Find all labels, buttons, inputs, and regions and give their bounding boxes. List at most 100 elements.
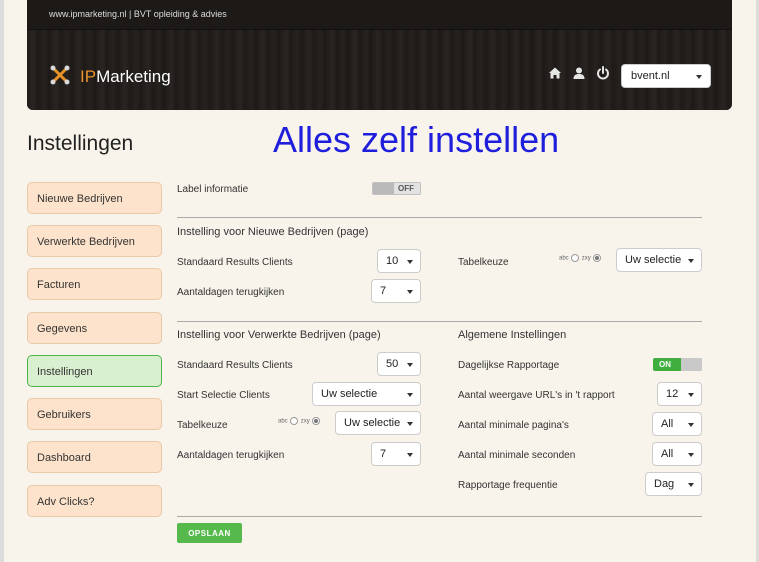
processed-table-value: Uw selectie — [344, 417, 401, 429]
chevron-down-icon — [688, 393, 694, 397]
new-days-label: Aantaldagen terugkijken — [177, 287, 285, 298]
sidebar-item-facturen[interactable]: Facturen — [27, 268, 162, 300]
user-icon[interactable] — [572, 66, 586, 80]
chevron-down-icon — [688, 483, 694, 487]
new-results-value: 10 — [386, 255, 399, 267]
radio-abc-label: abc — [559, 255, 569, 262]
sidebar-item-label: Gegevens — [37, 323, 88, 335]
logo-text: IPMarketing — [80, 67, 171, 87]
radio-abc-label: abc — [278, 418, 288, 425]
min-seconds-label: Aantal minimale seconden — [458, 450, 576, 461]
chevron-down-icon — [688, 259, 694, 263]
processed-results-select[interactable]: 50 — [377, 352, 421, 376]
logo-icon — [50, 65, 70, 85]
home-icon[interactable] — [548, 66, 562, 80]
sidebar-item-dashboard[interactable]: Dashboard — [27, 441, 162, 473]
min-pages-value: All — [661, 418, 674, 430]
urls-count-value: 12 — [666, 388, 679, 400]
processed-days-label: Aantaldagen terugkijken — [177, 450, 285, 461]
site-header: www.ipmarketing.nl | BVT opleiding & adv… — [27, 0, 732, 110]
processed-results-label: Standaard Results Clients — [177, 360, 293, 371]
top-bar: www.ipmarketing.nl | BVT opleiding & adv… — [27, 0, 732, 30]
sidebar-item-nieuwe-bedrijven[interactable]: Nieuwe Bedrijven — [27, 182, 162, 214]
radio-zxy[interactable] — [311, 417, 320, 425]
sidebar-item-label: Instellingen — [37, 366, 93, 378]
radio-zxy[interactable] — [592, 254, 601, 262]
chevron-down-icon — [407, 453, 413, 457]
report-frequency-label: Rapportage frequentie — [458, 480, 558, 491]
domain-select-value: bvent.nl — [631, 70, 670, 82]
toggle-knob — [681, 358, 702, 371]
label-info-toggle[interactable]: OFF — [372, 182, 421, 195]
urls-count-select[interactable]: 12 — [657, 382, 702, 406]
chevron-down-icon — [407, 363, 413, 367]
sidebar-item-verwerkte-bedrijven[interactable]: Verwerkte Bedrijven — [27, 225, 162, 257]
chevron-down-icon — [407, 422, 413, 426]
new-table-radio-group: abc zxy — [559, 254, 604, 262]
chevron-down-icon — [688, 453, 694, 457]
radio-zxy-label: zxy — [300, 418, 310, 425]
label-info-label: Label informatie — [177, 184, 249, 195]
sidebar-item-label: Dashboard — [37, 452, 91, 464]
new-table-value: Uw selectie — [625, 254, 682, 266]
sidebar-item-label: Gebruikers — [37, 409, 91, 421]
sidebar-item-label: Adv Clicks? — [37, 496, 95, 508]
processed-results-value: 50 — [386, 358, 399, 370]
toggle-knob — [373, 183, 394, 194]
processed-table-radio-group: abc zxy — [278, 417, 323, 425]
processed-days-select[interactable]: 7 — [371, 442, 421, 466]
processed-start-select[interactable]: Uw selectie — [312, 382, 421, 406]
min-pages-label: Aantal minimale pagina's — [458, 420, 569, 431]
chevron-down-icon — [407, 393, 413, 397]
daily-report-label: Dagelijkse Rapportage — [458, 360, 560, 371]
processed-table-select[interactable]: Uw selectie — [335, 411, 421, 435]
radio-abc[interactable] — [570, 254, 579, 262]
chevron-down-icon — [407, 290, 413, 294]
domain-select[interactable]: bvent.nl — [621, 64, 711, 88]
banner-heading: Alles zelf instellen — [273, 119, 560, 160]
chevron-down-icon — [688, 423, 694, 427]
processed-days-value: 7 — [380, 448, 387, 460]
logo-prefix: IP — [80, 67, 97, 86]
urls-count-label: Aantal weergave URL's in 't rapport — [458, 390, 615, 401]
daily-report-toggle[interactable]: ON — [653, 358, 702, 371]
power-icon[interactable] — [596, 66, 610, 80]
processed-table-label: Tabelkeuze — [177, 420, 228, 431]
processed-start-label: Start Selectie Clients — [177, 390, 270, 401]
sidebar-item-gegevens[interactable]: Gegevens — [27, 312, 162, 344]
divider — [177, 217, 702, 218]
report-frequency-value: Dag — [654, 478, 675, 490]
sidebar-item-adv-clicks[interactable]: Adv Clicks? — [27, 485, 162, 517]
section-processed-title: Instelling voor Verwerkte Bedrijven (pag… — [177, 329, 381, 341]
divider — [177, 321, 702, 322]
report-frequency-select[interactable]: Dag — [645, 472, 702, 496]
new-table-label: Tabelkeuze — [458, 257, 509, 268]
toggle-state: ON — [659, 360, 671, 369]
sidebar-item-instellingen[interactable]: Instellingen — [27, 355, 162, 387]
radio-zxy-label: zxy — [581, 255, 591, 262]
toggle-state: OFF — [398, 184, 414, 193]
new-days-select[interactable]: 7 — [371, 279, 421, 303]
radio-abc[interactable] — [289, 417, 298, 425]
top-bar-text: www.ipmarketing.nl | BVT opleiding & adv… — [49, 9, 227, 19]
logo-suffix: Marketing — [96, 67, 171, 86]
min-pages-select[interactable]: All — [652, 412, 702, 436]
section-new-title: Instelling voor Nieuwe Bedrijven (page) — [177, 226, 369, 238]
page-title: Instellingen — [27, 132, 134, 155]
sidebar-item-label: Verwerkte Bedrijven — [37, 236, 135, 248]
min-seconds-value: All — [661, 448, 674, 460]
section-general-title: Algemene Instellingen — [458, 329, 567, 341]
save-button[interactable]: OPSLAAN — [177, 523, 242, 543]
new-days-value: 7 — [380, 285, 387, 297]
chevron-down-icon — [407, 260, 413, 264]
new-results-label: Standaard Results Clients — [177, 257, 293, 268]
chevron-down-icon — [696, 75, 702, 79]
sidebar-item-gebruikers[interactable]: Gebruikers — [27, 398, 162, 430]
processed-start-value: Uw selectie — [321, 388, 378, 400]
min-seconds-select[interactable]: All — [652, 442, 702, 466]
divider — [177, 516, 702, 517]
new-results-select[interactable]: 10 — [377, 249, 421, 273]
new-table-select[interactable]: Uw selectie — [616, 248, 702, 272]
sidebar-item-label: Facturen — [37, 279, 81, 291]
sidebar-item-label: Nieuwe Bedrijven — [37, 193, 123, 205]
